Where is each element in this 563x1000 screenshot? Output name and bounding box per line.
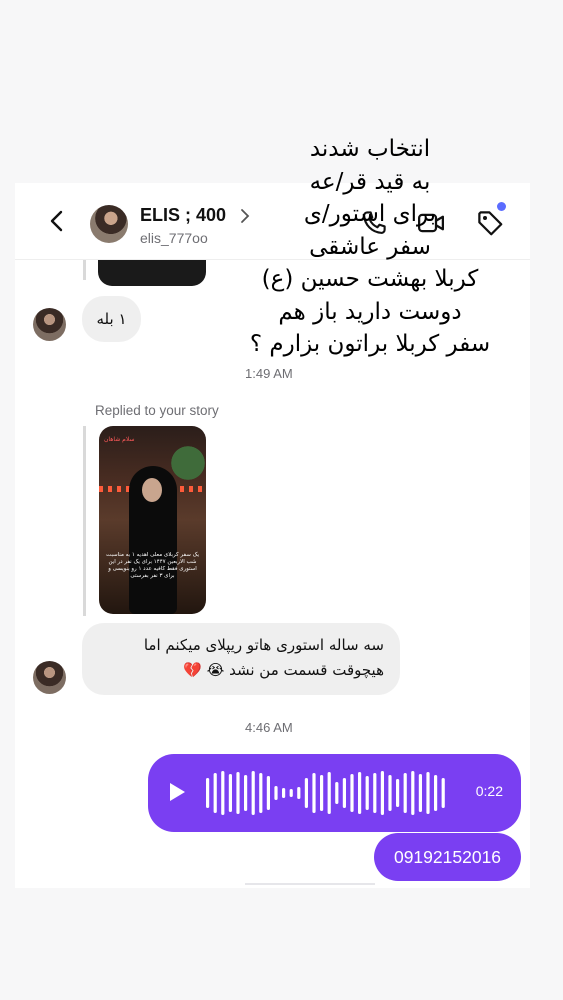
waveform-bar [312,773,316,813]
story-tree [171,438,205,488]
waveform-bar [373,773,377,813]
timestamp: 1:49 AM [245,366,293,381]
waveform-bar [221,771,225,815]
waveform-bar [350,774,354,812]
waveform-bar [365,776,369,810]
waveform[interactable] [204,770,454,816]
waveform-bar [251,771,255,815]
timestamp: 4:46 AM [245,720,293,735]
waveform-bar [342,778,346,808]
waveform-bar [335,782,339,804]
replied-label: Replied to your story [95,403,219,418]
overlay-line: برای استور/ی [303,201,437,227]
story-thumbnail-partial[interactable] [98,260,206,286]
waveform-bar [403,773,407,813]
waveform-bar [304,778,308,808]
voice-message[interactable]: 0:22 [148,754,521,832]
story-face [142,478,162,502]
overlay-line: سفر عاشقی [309,233,431,260]
message-line: سه ساله استوری هاتو ریپلای میکنم اما [143,636,384,654]
waveform-bar [327,772,331,814]
sender-avatar[interactable] [33,308,66,341]
overlay-text: انتخاب شدند به قید قر/عه برای استور/ی سف… [225,133,515,361]
waveform-bar [282,788,286,798]
waveform-bar [289,789,293,797]
waveform-bar [396,779,400,807]
voice-duration: 0:22 [475,783,503,799]
waveform-bar [244,775,248,811]
play-icon[interactable] [168,782,186,802]
waveform-bar [380,771,384,815]
waveform-bar [259,773,263,813]
waveform-bar [418,774,422,812]
waveform-bar [297,787,301,799]
waveform-bar [441,778,445,808]
overlay-line: انتخاب شدند [309,136,431,162]
phone-number-message[interactable]: 09192152016 [374,833,521,881]
waveform-bar [411,771,415,815]
back-chevron-icon[interactable] [45,209,69,233]
waveform-bar [358,772,362,814]
waveform-bar [388,775,392,811]
waveform-bar [266,776,270,810]
message-bubble[interactable]: ۱ بله [82,296,141,342]
avatar[interactable] [90,205,128,243]
overlay-line: کربلا بهشت حسین (ع) [261,266,479,292]
story-preview[interactable]: سلام شاهان یک سفر کربلای معلی اهدیه ۱ به… [99,426,206,614]
sender-avatar[interactable] [33,661,66,694]
message-bubble[interactable]: سه ساله استوری هاتو ریپلای میکنم اما هیچ… [82,623,400,695]
overlay-line: سفر کربلا براتون بزارم ؟ [249,331,491,357]
reply-line [83,426,86,616]
next-bubble-edge [245,883,375,885]
message-line: هیچوقت قسمت من نشد 😭 💔 [183,661,384,679]
contact-username[interactable]: elis_777oo [140,230,208,246]
waveform-bar [228,774,232,812]
waveform-bar [213,773,217,813]
reply-line [83,260,86,280]
overlay-line: دوست دارید باز هم [278,298,462,325]
waveform-bar [274,786,278,800]
waveform-bar [236,772,240,814]
story-tag: سلام شاهان [104,436,135,443]
waveform-bar [206,778,210,808]
waveform-bar [320,775,324,811]
waveform-bar [426,772,430,814]
contact-name[interactable]: ELIS ; 400 [140,205,226,226]
story-caption: یک سفر کربلای معلی اهدیه ۱ به مناسبت شب … [105,552,200,579]
waveform-bar [434,775,438,811]
overlay-line: به قید قر/عه [309,168,431,195]
